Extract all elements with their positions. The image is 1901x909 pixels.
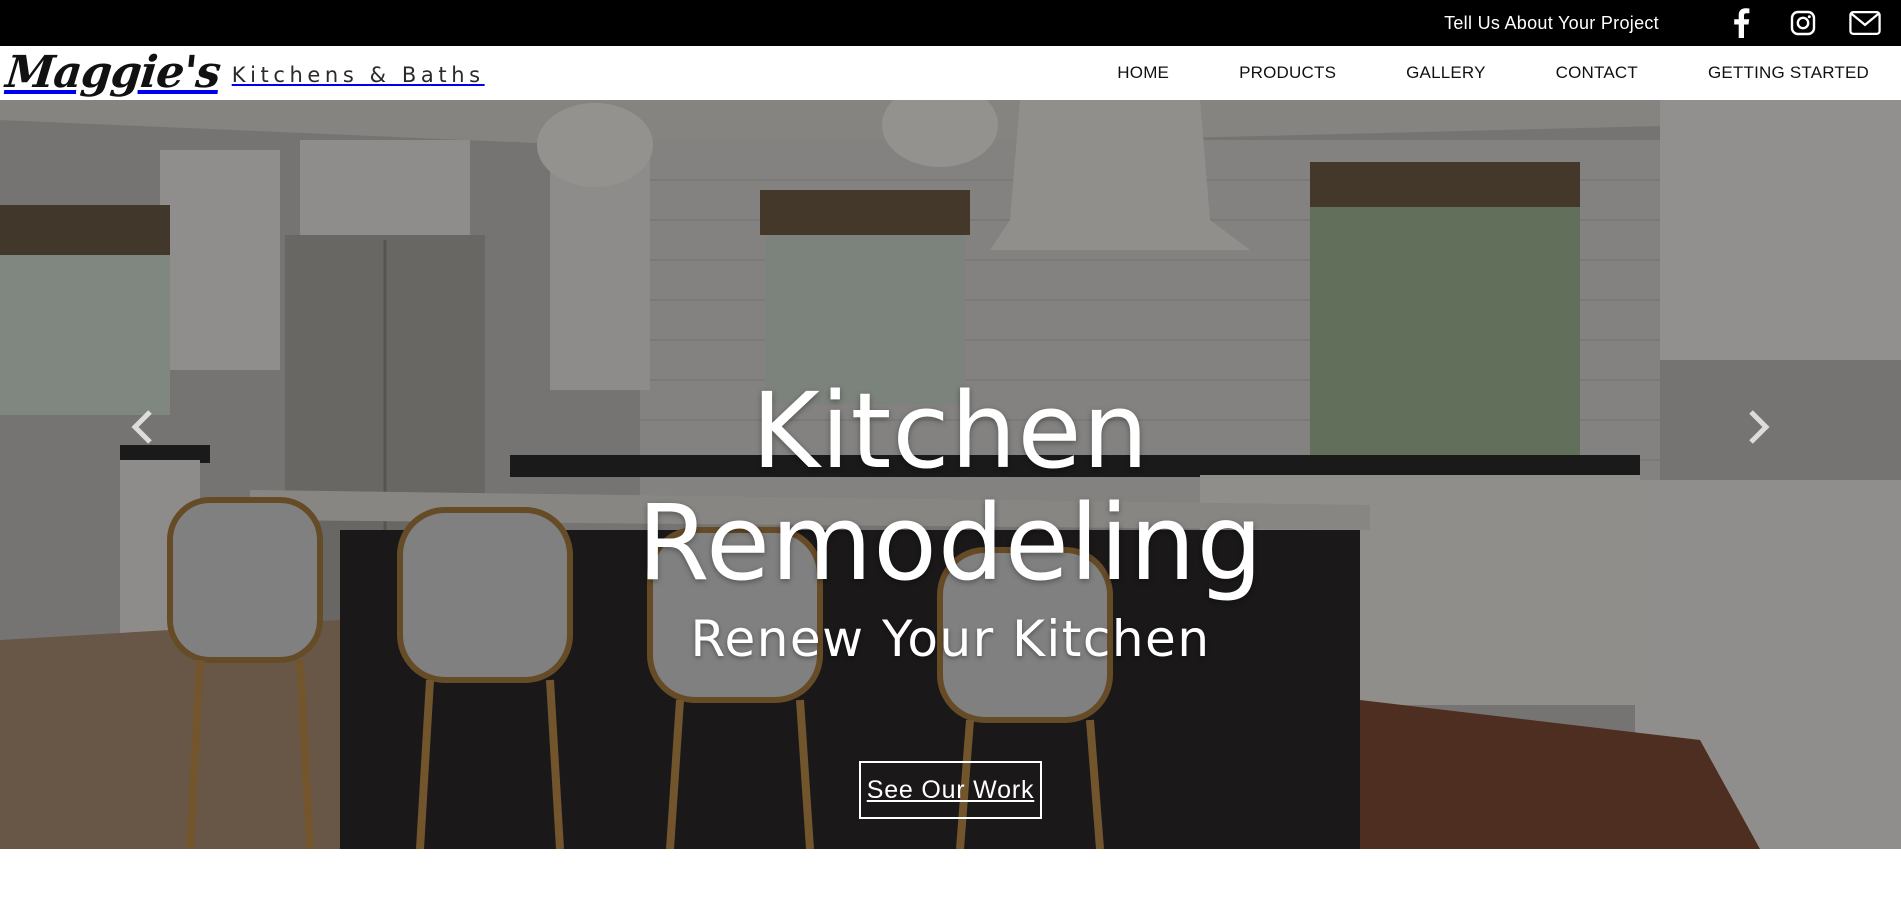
brand-subtitle: Kitchens & Baths — [231, 63, 485, 87]
primary-nav: HOME PRODUCTS GALLERY CONTACT GETTING ST… — [1117, 46, 1869, 100]
nav-item-products[interactable]: PRODUCTS — [1239, 63, 1336, 83]
brand-script: Maggie's — [3, 47, 223, 98]
main-navbar: Maggie's Kitchens & Baths HOME PRODUCTS … — [0, 46, 1901, 100]
envelope-icon[interactable] — [1849, 7, 1881, 39]
project-inquiry-link[interactable]: Tell Us About Your Project — [1444, 13, 1659, 34]
hero-title: Kitchen Remodeling — [0, 375, 1901, 599]
hero-carousel: Kitchen Remodeling Renew Your Kitchen Se… — [0, 100, 1901, 849]
nav-item-getting-started[interactable]: GETTING STARTED — [1708, 63, 1869, 83]
nav-item-contact[interactable]: CONTACT — [1556, 63, 1638, 83]
hero-subtitle: Renew Your Kitchen — [690, 610, 1211, 668]
instagram-icon[interactable] — [1787, 7, 1819, 39]
see-our-work-button[interactable]: See Our Work — [859, 761, 1042, 819]
hero-title-line2: Remodeling — [637, 482, 1264, 604]
top-utility-bar: Tell Us About Your Project — [0, 0, 1901, 46]
facebook-icon[interactable] — [1725, 7, 1757, 39]
hero-title-line1: Kitchen — [751, 370, 1150, 492]
brand-logo[interactable]: Maggie's Kitchens & Baths — [3, 46, 485, 100]
nav-item-gallery[interactable]: GALLERY — [1406, 63, 1486, 83]
nav-item-home[interactable]: HOME — [1117, 63, 1169, 83]
